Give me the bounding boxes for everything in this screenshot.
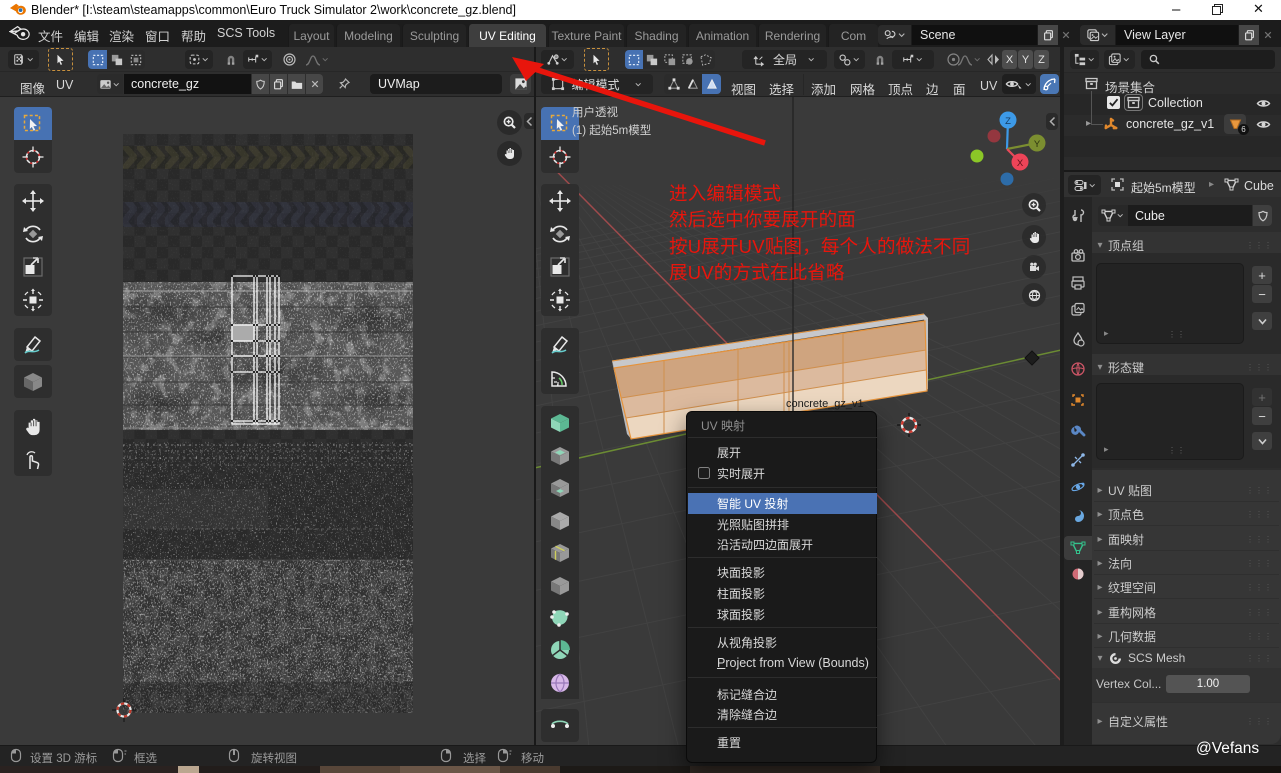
svg-text:Y: Y	[1034, 139, 1041, 150]
svg-text:X: X	[1017, 158, 1024, 169]
svg-text:Z: Z	[1005, 116, 1011, 127]
svg-text:concrete_gz_v1: concrete_gz_v1	[786, 398, 864, 410]
